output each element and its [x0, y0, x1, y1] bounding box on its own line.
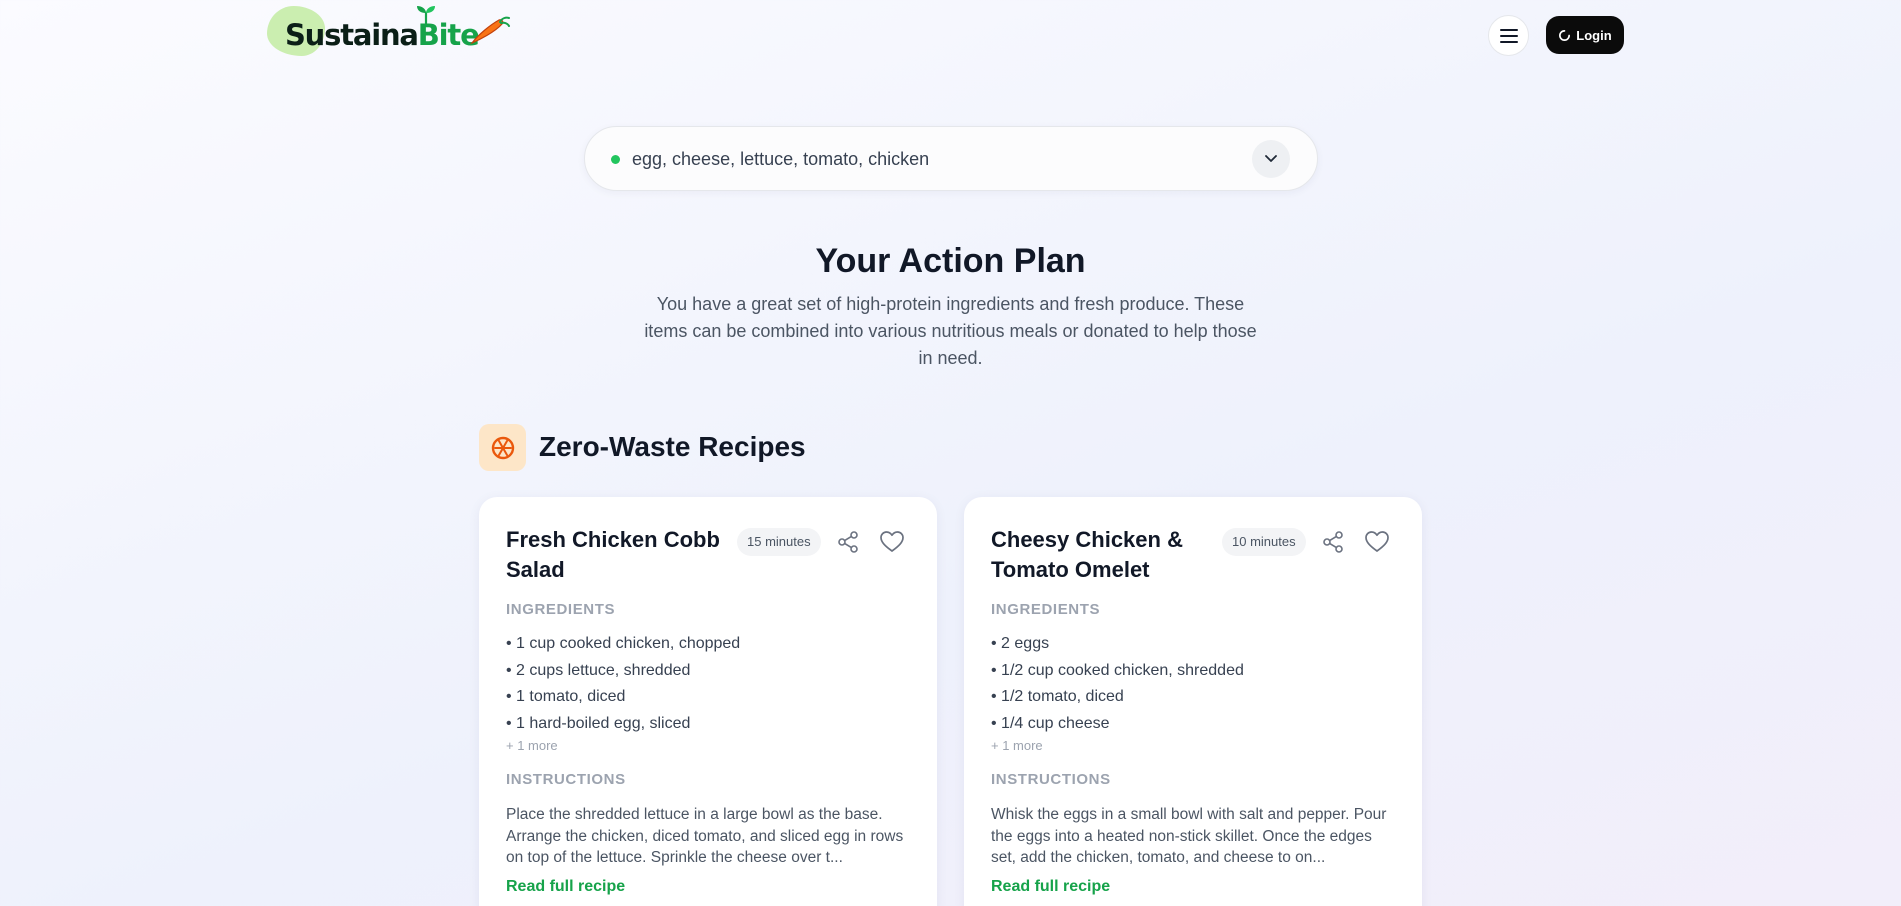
- share-icon[interactable]: [1321, 530, 1345, 554]
- recipe-title: Cheesy Chicken & Tomato Omelet: [991, 527, 1183, 582]
- ingredient-item: • 2 cups lettuce, shredded: [506, 661, 691, 679]
- ingredient-item: • 1 hard-boiled egg, sliced: [506, 714, 691, 732]
- brand-name-part1: Sustaina: [285, 18, 419, 52]
- chevron-down-icon: [1265, 155, 1277, 162]
- ingredients-label: INGREDIENTS: [991, 601, 1101, 618]
- ingredient-item: • 1/2 cup cooked chicken, shredded: [991, 661, 1244, 679]
- read-full-recipe-link[interactable]: Read full recipe: [991, 878, 1110, 896]
- ingredient-item: • 1/2 tomato, diced: [991, 688, 1124, 705]
- login-label: Login: [1576, 27, 1612, 43]
- instructions-label: INSTRUCTIONS: [506, 771, 626, 788]
- ingredient-list: • 1 cup cooked chicken, chopped • 2 cups…: [506, 631, 740, 737]
- carrot-icon: [470, 16, 510, 45]
- expand-search-button[interactable]: [1252, 140, 1290, 178]
- recipe-card: Fresh Chicken Cobb Salad 15 minutes INGR…: [479, 497, 937, 906]
- section-title: Zero-Waste Recipes: [539, 431, 806, 462]
- status-dot: [611, 155, 620, 164]
- ingredient-search[interactable]: egg, cheese, lettuce, tomato, chicken: [584, 126, 1318, 191]
- hamburger-icon: [1499, 28, 1518, 43]
- time-badge: 15 minutes: [737, 528, 821, 556]
- share-icon[interactable]: [836, 530, 860, 554]
- time-badge: 10 minutes: [1222, 528, 1306, 556]
- ingredient-item: • 1 cup cooked chicken, chopped: [506, 635, 741, 652]
- menu-button[interactable]: [1488, 15, 1529, 56]
- read-full-recipe-link[interactable]: Read full recipe: [506, 878, 625, 896]
- recipe-title: Fresh Chicken Cobb Salad: [506, 527, 720, 582]
- more-ingredients: + 1 more: [506, 738, 558, 753]
- plan-title: Your Action Plan: [815, 242, 1086, 280]
- recipe-card: Cheesy Chicken & Tomato Omelet 10 minute…: [964, 497, 1422, 906]
- heart-icon[interactable]: [1364, 530, 1390, 554]
- search-value[interactable]: egg, cheese, lettuce, tomato, chicken: [632, 149, 929, 170]
- ingredient-list: • 2 eggs • 1/2 cup cooked chicken, shred…: [991, 631, 1244, 737]
- brand-name: SustainaBite: [285, 18, 480, 52]
- recipe-section-icon: [479, 424, 526, 471]
- ingredient-item: • 1 tomato, diced: [506, 688, 626, 705]
- instructions-text: Place the shredded lettuce in a large bo…: [506, 806, 904, 866]
- more-ingredients: + 1 more: [991, 738, 1043, 753]
- loading-spinner-icon: [1559, 29, 1571, 41]
- instructions-text: Whisk the eggs in a small bowl with salt…: [991, 806, 1387, 866]
- ingredient-item: • 2 eggs: [991, 635, 1050, 652]
- recipe-icon: [491, 436, 514, 459]
- brand-logo[interactable]: SustainaBite: [267, 4, 511, 56]
- ingredient-item: • 1/4 cup cheese: [991, 714, 1110, 732]
- plan-description: You have a great set of high-protein ing…: [644, 294, 1257, 368]
- login-button[interactable]: Login: [1546, 16, 1624, 54]
- ingredients-label: INGREDIENTS: [506, 601, 616, 618]
- heart-icon[interactable]: [879, 530, 905, 554]
- instructions-label: INSTRUCTIONS: [991, 771, 1111, 788]
